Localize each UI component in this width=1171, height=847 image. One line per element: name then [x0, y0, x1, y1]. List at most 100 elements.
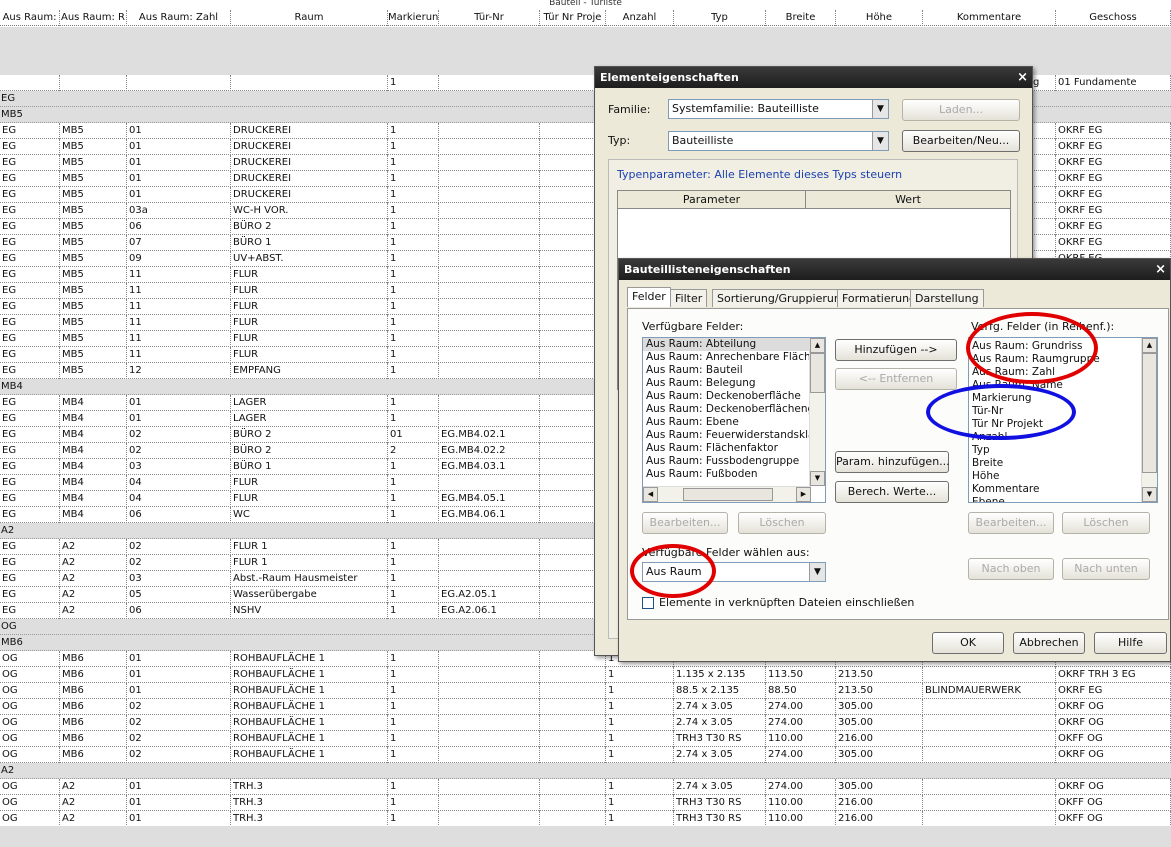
- list-item[interactable]: Aus Raum: Flächenfaktor: [643, 442, 825, 455]
- delete-left-button[interactable]: Löschen: [738, 512, 826, 534]
- add-field-button[interactable]: Hinzufügen -->: [835, 339, 957, 361]
- list-item[interactable]: Aus Raum: Grundriss: [969, 340, 1157, 353]
- scroll-down-icon[interactable]: ▼: [1142, 487, 1157, 502]
- edit-left-button[interactable]: Bearbeiten...: [642, 512, 728, 534]
- tab-formatierung[interactable]: Formatierung: [837, 289, 922, 307]
- list-item[interactable]: Aus Raum: Anrechenbare Fläche: [643, 351, 825, 364]
- list-item[interactable]: Typ: [969, 444, 1157, 457]
- list-item[interactable]: Aus Raum: Raumgruppe: [969, 353, 1157, 366]
- list-item[interactable]: Aus Raum: Deckenoberfläche: [643, 390, 825, 403]
- family-select[interactable]: Systemfamilie: Bauteilliste ▼: [668, 99, 889, 119]
- column-header[interactable]: Markierun: [388, 10, 439, 26]
- table-row[interactable]: OG MB6 01 ROHBAUFLÄCHE 1 1 1 88.5 x 2.135 88.50…: [0, 683, 1171, 699]
- remove-field-button[interactable]: <-- Entfernen: [835, 368, 957, 390]
- list-item[interactable]: Markierung: [969, 392, 1157, 405]
- selected-fields-list[interactable]: Aus Raum: Grundriss Aus Raum: Raumgruppe A…: [968, 337, 1158, 503]
- type-select[interactable]: Bauteilliste ▼: [668, 131, 889, 151]
- tab-sortierung[interactable]: Sortierung/Gruppierung: [712, 289, 853, 307]
- list-item[interactable]: Aus Raum: Fußboden: [643, 468, 825, 481]
- move-down-button[interactable]: Nach unten: [1062, 558, 1150, 580]
- include-linked-checkbox[interactable]: [642, 597, 654, 609]
- list-item[interactable]: Tür Nr Projekt: [969, 418, 1157, 431]
- chevron-down-icon[interactable]: ▼: [872, 100, 888, 118]
- scroll-left-icon[interactable]: ◀: [643, 487, 658, 502]
- chevron-down-icon[interactable]: ▼: [809, 563, 825, 581]
- scroll-up-icon[interactable]: ▲: [1142, 338, 1157, 353]
- scroll-thumb[interactable]: [810, 353, 825, 393]
- close-icon[interactable]: ×: [1017, 67, 1028, 88]
- row-cell: DRUCKEREI: [231, 187, 388, 203]
- list-item[interactable]: Aus Raum: Feuerwiderstandsklass: [643, 429, 825, 442]
- column-header[interactable]: Höhe: [836, 10, 923, 26]
- table-row[interactable]: OG MB6 02 ROHBAUFLÄCHE 1 1 1 2.74 x 3.05 274.00…: [0, 699, 1171, 715]
- table-row[interactable]: OG A2 01 TRH.3 1 1 TRH3 T30 RS 110.00 216.00 OKFF…: [0, 795, 1171, 811]
- table-row[interactable]: OG MB6 02 ROHBAUFLÄCHE 1 1 1 2.74 x 3.05 274.00…: [0, 747, 1171, 763]
- scroll-down-icon[interactable]: ▼: [810, 471, 825, 486]
- row-cell: FLUR: [231, 315, 388, 331]
- available-fields-list[interactable]: Aus Raum: Abteilung Aus Raum: Anrechenbar…: [642, 337, 826, 503]
- column-header[interactable]: Aus Raum: Zahl: [127, 10, 231, 26]
- scroll-up-icon[interactable]: ▲: [810, 338, 825, 353]
- list-item[interactable]: Tür-Nr: [969, 405, 1157, 418]
- delete-right-button[interactable]: Löschen: [1062, 512, 1150, 534]
- available-fields-hscroll[interactable]: ◀ ▶: [643, 486, 811, 502]
- value-column-header[interactable]: Wert: [806, 191, 1010, 209]
- column-header[interactable]: Aus Raum:: [0, 10, 60, 26]
- edit-right-button[interactable]: Bearbeiten...: [968, 512, 1054, 534]
- choose-from-select[interactable]: Aus Raum ▼: [642, 562, 826, 582]
- column-header[interactable]: Typ: [674, 10, 766, 26]
- list-item[interactable]: Aus Raum: Zahl: [969, 366, 1157, 379]
- tab-filter[interactable]: Filter: [670, 289, 708, 307]
- column-header[interactable]: Aus Raum: R: [60, 10, 127, 26]
- scroll-right-icon[interactable]: ▶: [796, 487, 811, 502]
- edit-new-button[interactable]: Bearbeiten/Neu...: [902, 130, 1020, 152]
- list-item[interactable]: Aus Raum: Bauteil: [643, 364, 825, 377]
- column-header[interactable]: Tür-Nr: [439, 10, 540, 26]
- column-header[interactable]: Geschoss: [1056, 10, 1171, 26]
- close-icon[interactable]: ×: [1155, 259, 1166, 280]
- list-item[interactable]: Aus Raum: Abteilung: [643, 338, 825, 351]
- scroll-thumb[interactable]: [1142, 353, 1157, 473]
- row-cell: 2.74 x 3.05: [674, 779, 766, 795]
- tab-darstellung[interactable]: Darstellung: [910, 289, 984, 307]
- column-header[interactable]: Breite: [766, 10, 836, 26]
- list-item[interactable]: Kommentare: [969, 483, 1157, 496]
- row-cell: EG: [0, 171, 60, 187]
- list-item[interactable]: Höhe: [969, 470, 1157, 483]
- column-header[interactable]: Tür Nr Proje: [540, 10, 606, 26]
- tab-felder[interactable]: Felder: [627, 287, 671, 307]
- row-cell: DRUCKEREI: [231, 123, 388, 139]
- table-row[interactable]: OG MB6 01 ROHBAUFLÄCHE 1 1 1 1.135 x 2.135 113.…: [0, 667, 1171, 683]
- load-button[interactable]: Laden...: [902, 99, 1020, 121]
- row-cell: [439, 203, 540, 219]
- scroll-thumb[interactable]: [683, 488, 773, 501]
- list-item[interactable]: Ebene: [969, 496, 1157, 502]
- list-item[interactable]: Aus Raum: Deckenoberflächengr: [643, 403, 825, 416]
- available-fields-vscroll[interactable]: ▲ ▼: [809, 338, 825, 486]
- list-item[interactable]: Aus Raum: Ebene: [643, 416, 825, 429]
- list-item[interactable]: Aus Raum: Fussbodengruppe: [643, 455, 825, 468]
- parameter-column-header[interactable]: Parameter: [618, 191, 806, 209]
- table-row[interactable]: OG MB6 02 ROHBAUFLÄCHE 1 1 1 2.74 x 3.05 274.00…: [0, 715, 1171, 731]
- column-header[interactable]: Kommentare: [923, 10, 1056, 26]
- add-parameter-button[interactable]: Param. hinzufügen...: [835, 451, 950, 473]
- column-header[interactable]: Raum: [231, 10, 388, 26]
- list-item[interactable]: Breite: [969, 457, 1157, 470]
- row-cell: MB5: [60, 171, 127, 187]
- help-button[interactable]: Hilfe: [1094, 632, 1167, 654]
- table-row[interactable]: OG A2 01 TRH.3 1 1 TRH3 T30 RS 110.00 216.00 OKFF…: [0, 811, 1171, 827]
- list-item[interactable]: Aus Raum: Belegung: [643, 377, 825, 390]
- row-cell: 1: [388, 795, 439, 811]
- felder-tab-panel: Verfügbare Felder: Aus Raum: Abteilung Au…: [627, 308, 1169, 620]
- chevron-down-icon[interactable]: ▼: [872, 132, 888, 150]
- list-item[interactable]: Aus Raum: Name: [969, 379, 1157, 392]
- column-header[interactable]: Anzahl: [606, 10, 674, 26]
- cancel-button[interactable]: Abbrechen: [1013, 632, 1085, 654]
- calculated-values-button[interactable]: Berech. Werte...: [835, 481, 949, 503]
- table-row[interactable]: OG MB6 02 ROHBAUFLÄCHE 1 1 1 TRH3 T30 RS 110.00…: [0, 731, 1171, 747]
- selected-fields-vscroll[interactable]: ▲ ▼: [1141, 338, 1157, 502]
- list-item[interactable]: Anzahl: [969, 431, 1157, 444]
- move-up-button[interactable]: Nach oben: [968, 558, 1054, 580]
- ok-button[interactable]: OK: [932, 632, 1004, 654]
- table-row[interactable]: OG A2 01 TRH.3 1 1 2.74 x 3.05 274.00 305.00 OKRF…: [0, 779, 1171, 795]
